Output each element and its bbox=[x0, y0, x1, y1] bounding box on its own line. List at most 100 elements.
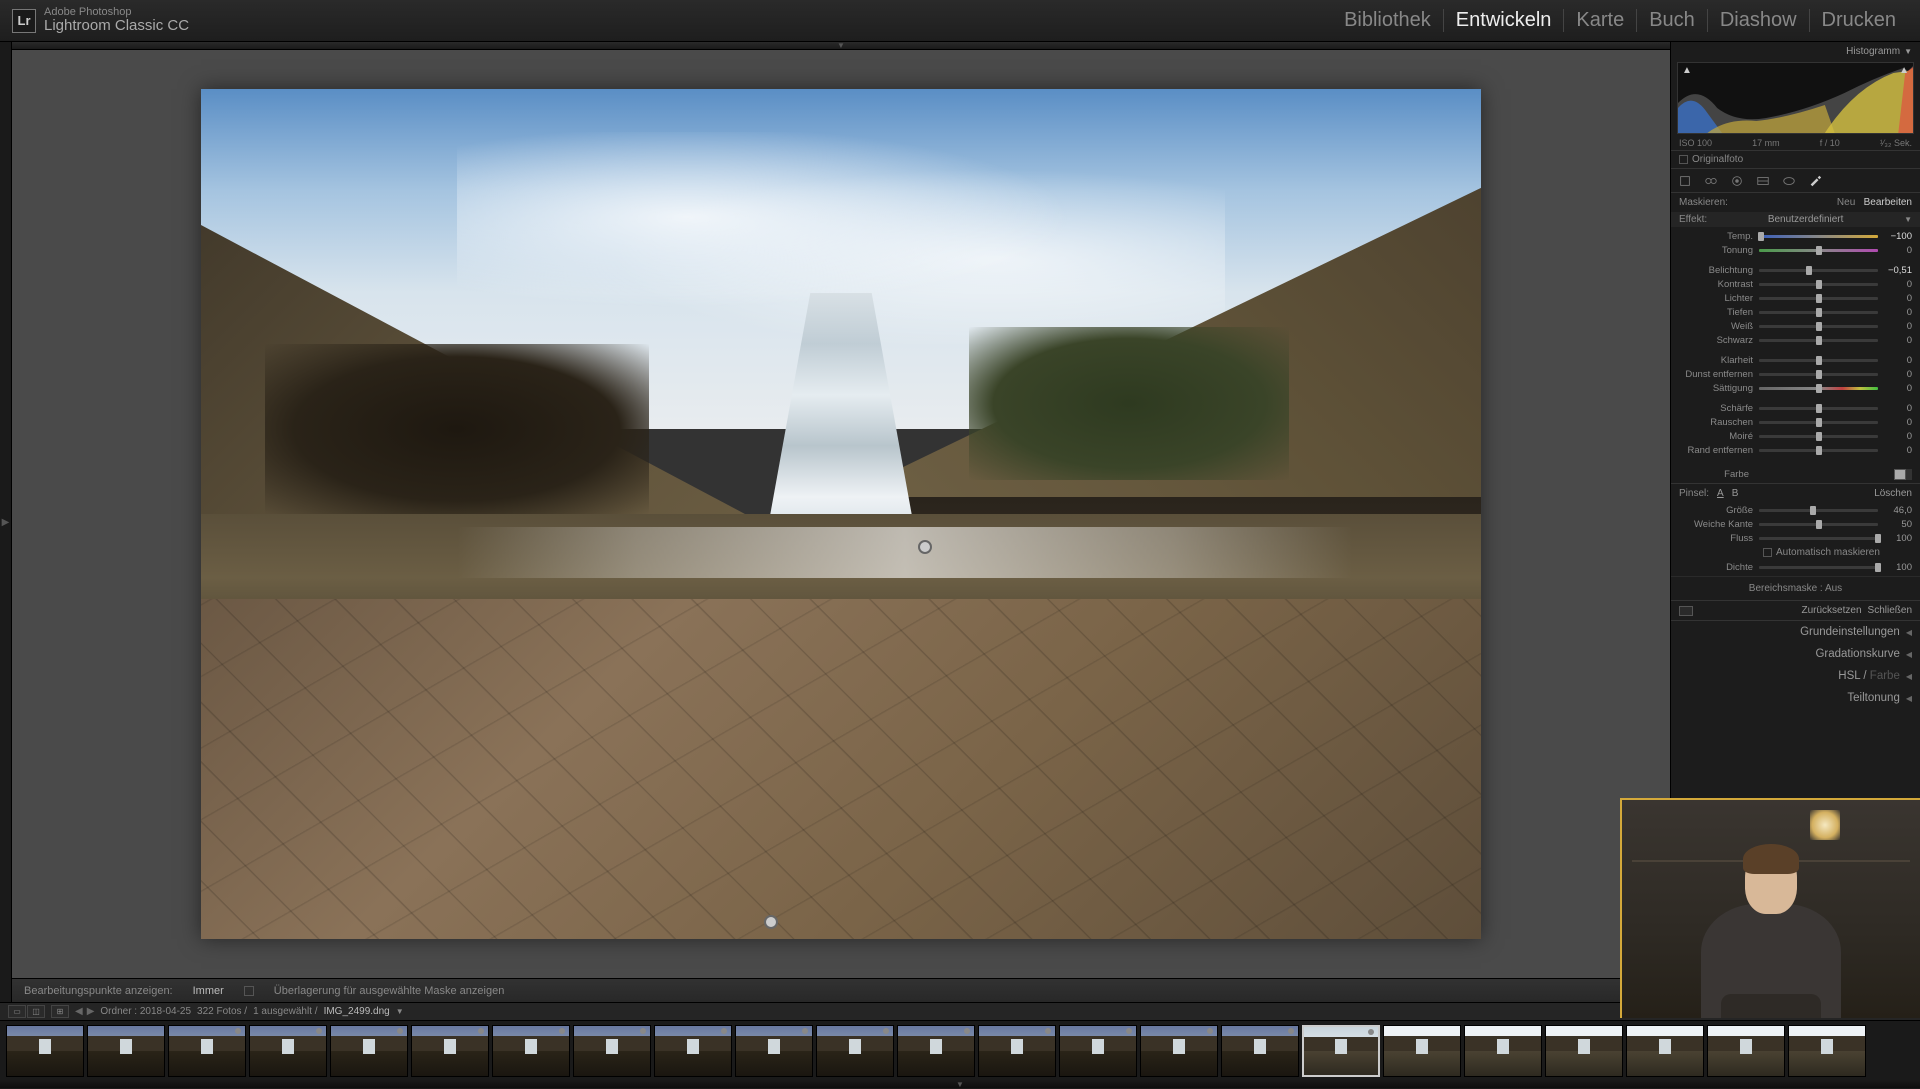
filmstrip-thumb[interactable] bbox=[816, 1025, 894, 1077]
effect-preset[interactable]: Benutzerdefiniert bbox=[1713, 214, 1898, 225]
range-mask-value[interactable]: Aus bbox=[1825, 583, 1842, 594]
clip-highlights-icon[interactable]: ▲ bbox=[1899, 65, 1909, 76]
original-label: Originalfoto bbox=[1692, 154, 1743, 165]
module-map[interactable]: Karte bbox=[1564, 9, 1637, 32]
canvas-footer: Bearbeitungspunkte anzeigen: Immer Überl… bbox=[12, 978, 1670, 1002]
top-expand-handle[interactable]: ▼ bbox=[12, 42, 1670, 50]
filmstrip-thumb[interactable] bbox=[1383, 1025, 1461, 1077]
slider-brush-flow[interactable]: Fluss100 bbox=[1679, 531, 1912, 545]
panel-basic[interactable]: Grundeinstellungen◀ bbox=[1671, 621, 1920, 643]
slider-saturation[interactable]: Sättigung0 bbox=[1679, 381, 1912, 395]
auto-mask-row[interactable]: Automatisch maskieren bbox=[1679, 545, 1912, 560]
slider-tint[interactable]: Tonung0 bbox=[1679, 243, 1912, 257]
slider-sharpness[interactable]: Schärfe0 bbox=[1679, 401, 1912, 415]
photo-preview[interactable] bbox=[201, 89, 1481, 939]
overlay-checkbox[interactable] bbox=[244, 986, 254, 996]
crop-tool-icon[interactable] bbox=[1677, 173, 1693, 189]
slider-moire[interactable]: Moiré0 bbox=[1679, 429, 1912, 443]
view-grid-icon[interactable]: ⊞ bbox=[51, 1005, 69, 1018]
filmstrip-thumb[interactable] bbox=[87, 1025, 165, 1077]
filmstrip-thumb[interactable] bbox=[573, 1025, 651, 1077]
module-slideshow[interactable]: Diashow bbox=[1708, 9, 1810, 32]
slider-brush-density[interactable]: Dichte100 bbox=[1679, 560, 1912, 574]
chevron-left-icon: ◀ bbox=[1906, 672, 1912, 681]
filmstrip-thumb[interactable] bbox=[6, 1025, 84, 1077]
filmstrip-thumb[interactable] bbox=[654, 1025, 732, 1077]
filmstrip-thumb[interactable] bbox=[978, 1025, 1056, 1077]
bottom-expand-handle[interactable]: ▼ bbox=[0, 1080, 1920, 1088]
panel-splittone[interactable]: Teiltonung◀ bbox=[1671, 687, 1920, 709]
color-swatch[interactable] bbox=[1894, 469, 1912, 480]
reset-button[interactable]: Zurücksetzen bbox=[1802, 605, 1862, 616]
original-checkbox[interactable] bbox=[1679, 155, 1688, 164]
filmstrip-thumb[interactable] bbox=[1140, 1025, 1218, 1077]
slider-dehaze[interactable]: Dunst entfernen0 bbox=[1679, 367, 1912, 381]
original-photo-row[interactable]: Originalfoto bbox=[1671, 150, 1920, 169]
adjustment-pin[interactable] bbox=[918, 540, 932, 554]
slider-brush-size[interactable]: Größe46,0 bbox=[1679, 503, 1912, 517]
gradient-tool-icon[interactable] bbox=[1755, 173, 1771, 189]
filmstrip-thumb[interactable] bbox=[735, 1025, 813, 1077]
panel-toggle[interactable] bbox=[1679, 606, 1693, 616]
mask-new[interactable]: Neu bbox=[1837, 197, 1855, 208]
slider-contrast[interactable]: Kontrast0 bbox=[1679, 277, 1912, 291]
filmstrip-thumb[interactable] bbox=[1545, 1025, 1623, 1077]
brush-tool-icon[interactable] bbox=[1807, 173, 1823, 189]
histogram[interactable]: ▲ ▲ bbox=[1677, 62, 1914, 134]
slider-blacks[interactable]: Schwarz0 bbox=[1679, 333, 1912, 347]
mask-edit[interactable]: Bearbeiten bbox=[1864, 197, 1912, 208]
spot-tool-icon[interactable] bbox=[1703, 173, 1719, 189]
filmstrip-thumb[interactable] bbox=[897, 1025, 975, 1077]
filmstrip-thumb[interactable] bbox=[1788, 1025, 1866, 1077]
range-mask-row[interactable]: Bereichsmaske : Aus bbox=[1671, 576, 1920, 600]
canvas-area: ▼ Bearbeitungspunkte anzeigen: Immer Übe… bbox=[12, 42, 1670, 1002]
brush-erase[interactable]: Löschen bbox=[1874, 488, 1912, 499]
redeye-tool-icon[interactable] bbox=[1729, 173, 1745, 189]
slider-clarity[interactable]: Klarheit0 bbox=[1679, 353, 1912, 367]
filmstrip[interactable] bbox=[0, 1021, 1920, 1081]
clip-shadows-icon[interactable]: ▲ bbox=[1682, 65, 1692, 76]
filmstrip-thumb[interactable] bbox=[1626, 1025, 1704, 1077]
close-button[interactable]: Schließen bbox=[1868, 605, 1912, 616]
view-compare[interactable]: ◫ bbox=[27, 1005, 45, 1018]
radial-tool-icon[interactable] bbox=[1781, 173, 1797, 189]
slider-noise[interactable]: Rauschen0 bbox=[1679, 415, 1912, 429]
left-collapse-handle[interactable]: ▶ bbox=[0, 42, 12, 1002]
filmstrip-thumb[interactable] bbox=[1464, 1025, 1542, 1077]
module-develop[interactable]: Entwickeln bbox=[1444, 9, 1565, 32]
slider-defringe[interactable]: Rand entfernen0 bbox=[1679, 443, 1912, 457]
slider-whites[interactable]: Weiß0 bbox=[1679, 319, 1912, 333]
filmstrip-thumb[interactable] bbox=[1707, 1025, 1785, 1077]
nav-next[interactable]: ▶ bbox=[87, 1006, 95, 1017]
panel-tonecurve[interactable]: Gradationskurve◀ bbox=[1671, 643, 1920, 665]
filmstrip-thumb[interactable] bbox=[1059, 1025, 1137, 1077]
module-library[interactable]: Bibliothek bbox=[1332, 9, 1444, 32]
view-switcher: ▭ ◫ bbox=[8, 1005, 45, 1018]
panel-hsl[interactable]: HSL / Farbe◀ bbox=[1671, 665, 1920, 687]
nav-prev[interactable]: ◀ bbox=[75, 1006, 83, 1017]
slider-shadows[interactable]: Tiefen0 bbox=[1679, 305, 1912, 319]
filmstrip-thumb[interactable] bbox=[411, 1025, 489, 1077]
filmstrip-thumb[interactable] bbox=[249, 1025, 327, 1077]
chevron-down-icon[interactable]: ▼ bbox=[396, 1007, 404, 1016]
slider-exposure[interactable]: Belichtung−0,51 bbox=[1679, 263, 1912, 277]
filmstrip-thumb[interactable] bbox=[1221, 1025, 1299, 1077]
module-print[interactable]: Drucken bbox=[1810, 9, 1908, 32]
filmstrip-thumb[interactable] bbox=[168, 1025, 246, 1077]
effect-preset-row[interactable]: Effekt: Benutzerdefiniert ▼ bbox=[1671, 212, 1920, 227]
module-book[interactable]: Buch bbox=[1637, 9, 1708, 32]
histogram-header[interactable]: Histogramm▼ bbox=[1671, 42, 1920, 60]
slider-brush-feather[interactable]: Weiche Kante50 bbox=[1679, 517, 1912, 531]
filmstrip-thumb[interactable] bbox=[330, 1025, 408, 1077]
slider-highlights[interactable]: Lichter0 bbox=[1679, 291, 1912, 305]
chevron-left-icon: ◀ bbox=[1906, 694, 1912, 703]
brush-b[interactable]: B bbox=[1732, 488, 1739, 499]
view-loupe[interactable]: ▭ bbox=[8, 1005, 26, 1018]
filmstrip-thumb[interactable] bbox=[1302, 1025, 1380, 1077]
filmstrip-thumb[interactable] bbox=[492, 1025, 570, 1077]
brush-a[interactable]: A bbox=[1717, 488, 1724, 499]
slider-temp[interactable]: Temp.−100 bbox=[1679, 229, 1912, 243]
auto-mask-checkbox[interactable] bbox=[1763, 548, 1772, 557]
current-filename[interactable]: IMG_2499.dng bbox=[324, 1006, 390, 1017]
pins-show-mode[interactable]: Immer bbox=[193, 985, 224, 997]
